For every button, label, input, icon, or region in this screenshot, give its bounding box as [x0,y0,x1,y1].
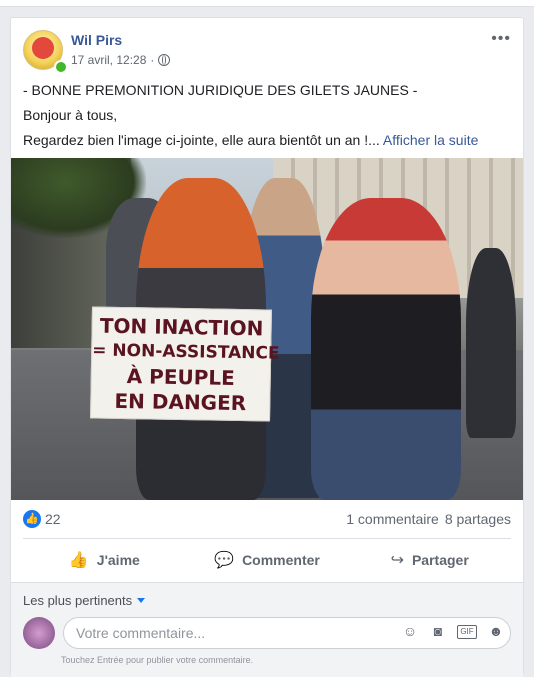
comment-button[interactable]: 💬 Commenter [186,544,349,576]
like-button-label: J'aime [96,552,140,568]
post-text-line: Regardez bien l'image ci-jointe, elle au… [23,132,479,148]
sign-text: TON INACTION [99,313,264,341]
comment-sort-dropdown[interactable]: Les plus pertinents [23,593,146,608]
sign-text: EN DANGER [114,388,247,416]
more-options-button[interactable]: ••• [491,30,511,48]
like-button[interactable]: 👍 J'aime [23,544,186,576]
camera-icon[interactable]: ◙ [429,623,447,639]
comment-hint: Touchez Entrée pour publier votre commen… [61,655,254,665]
post-meta: 17 avril, 12:28 · [71,53,171,67]
post-timestamp[interactable]: 17 avril, 12:28 [71,53,146,67]
emoji-icon[interactable]: ☺ [401,623,419,639]
protest-sign: TON INACTION = NON-ASSISTANCE À PEUPLE E… [90,306,280,422]
post-photo[interactable]: TON INACTION = NON-ASSISTANCE À PEUPLE E… [11,158,523,500]
comment-count[interactable]: 1 commentaire [346,511,439,527]
post-header: Wil Pirs 17 avril, 12:28 · ••• [23,30,511,74]
share-icon: ↪ [390,552,404,569]
share-button[interactable]: ↪ Partager [348,544,511,576]
engagement-counts: 1 commentaire 8 partages [346,511,511,527]
avatar-logo [32,37,54,59]
share-count[interactable]: 8 partages [445,511,511,527]
sign-text: = NON-ASSISTANCE [92,340,280,364]
share-button-label: Partager [411,552,469,568]
comment-icon: 💬 [214,552,235,569]
like-reaction-icon[interactable]: 👍 [23,510,41,528]
post-text-line: - BONNE PREMONITION JURIDIQUE DES GILETS… [23,82,418,98]
gif-icon[interactable]: GIF [457,625,477,639]
post-stats: 👍 22 1 commentaire 8 partages [23,510,511,530]
post-text-line: Bonjour à tous, [23,107,118,123]
user-avatar[interactable] [23,617,55,649]
post-actions: 👍 J'aime 💬 Commenter ↪ Partager [23,544,511,576]
see-more-link[interactable]: Afficher la suite [383,132,478,148]
like-icon: 👍 [68,552,89,569]
photo-person [311,198,461,500]
post-text: - BONNE PREMONITION JURIDIQUE DES GILETS… [23,78,511,153]
feed-top-edge [0,0,534,7]
comment-input-icons: ☺ ◙ GIF ☻ [401,623,505,639]
globe-icon[interactable] [158,54,171,66]
comment-button-label: Commenter [242,552,320,568]
sticker-icon[interactable]: ☻ [487,623,505,639]
post-card: Wil Pirs 17 avril, 12:28 · ••• - BONNE P… [10,17,524,677]
photo-person [466,248,516,438]
like-count[interactable]: 22 [45,511,61,527]
comments-section: Les plus pertinents ☺ ◙ GIF ☻ Touchez En… [11,582,523,677]
online-status-icon [54,60,68,74]
divider [23,538,511,539]
author-name[interactable]: Wil Pirs [71,32,122,48]
sign-text: À PEUPLE [126,364,236,390]
sort-label: Les plus pertinents [23,593,133,608]
chevron-down-icon [137,598,146,603]
